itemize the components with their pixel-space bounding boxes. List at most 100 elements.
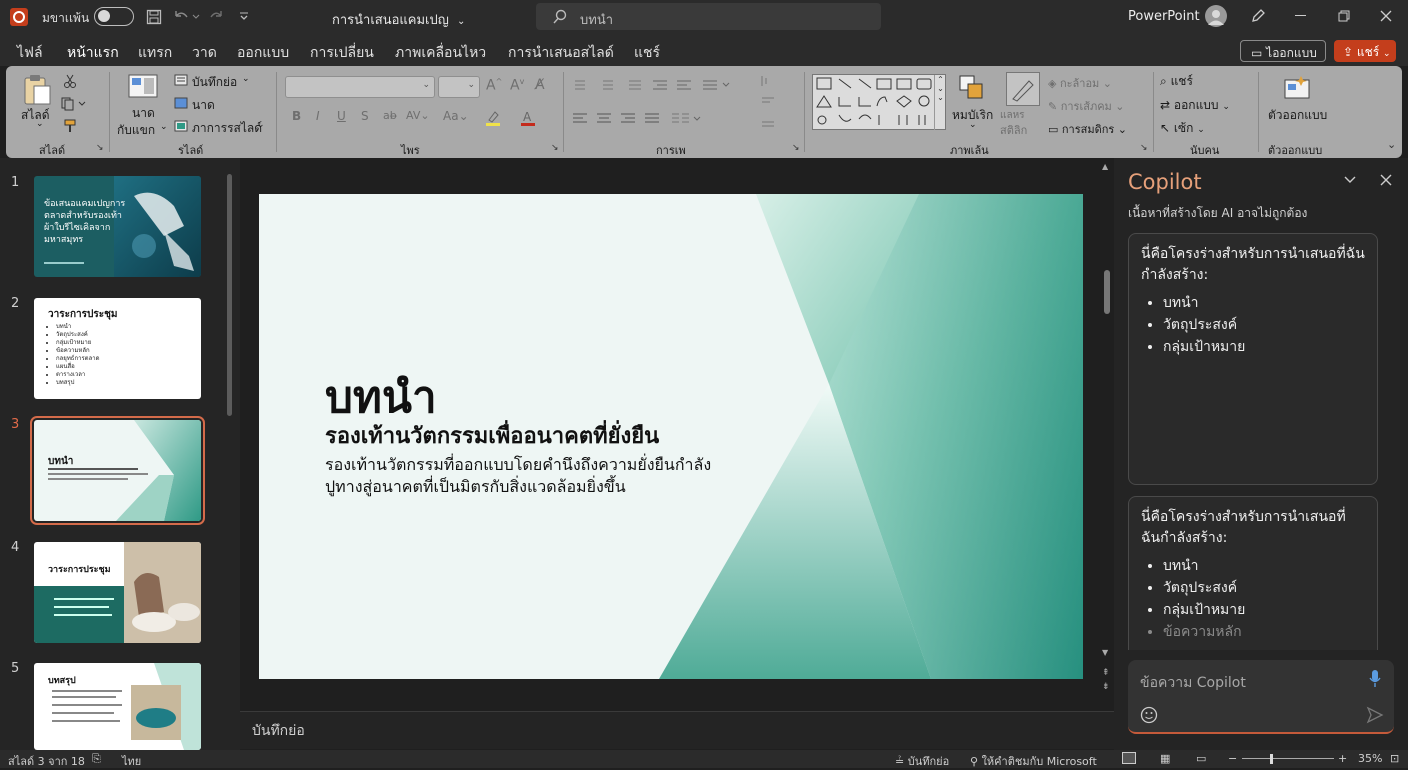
dialog-launcher-icon[interactable]: ↘ [792, 143, 800, 153]
slide-thumbnail-4[interactable]: วาระการประชุม [34, 542, 201, 643]
select-button[interactable]: ↖ เซ้ก ⌄ [1160, 119, 1205, 138]
emoji-icon[interactable] [1140, 706, 1158, 724]
shape-effects-button[interactable]: ▭ การสมดิกร ⌄ [1048, 120, 1127, 138]
tab-home[interactable]: หน้าแรก [67, 42, 119, 70]
reading-view-icon[interactable]: ▭ [1196, 752, 1206, 765]
notes-toggle[interactable]: ≟ บันทึกย่อ [895, 752, 949, 770]
indent-icons[interactable] [651, 78, 741, 92]
close-icon[interactable] [1380, 174, 1392, 186]
language-indicator[interactable]: ไทย [122, 752, 141, 770]
notes-placeholder[interactable]: บันทึกย่อ [252, 720, 305, 742]
redo-icon[interactable] [207, 9, 225, 25]
normal-view-icon[interactable] [1122, 752, 1136, 764]
dialog-launcher-icon[interactable]: ↘ [551, 143, 559, 153]
underline-icon[interactable]: U [337, 109, 346, 123]
fit-slide-icon[interactable]: ⊡ [1390, 752, 1399, 765]
slide-body[interactable]: รองเท้านวัตกรรมที่ออกแบบโดยคำนึงถึงความย… [325, 454, 711, 498]
tab-transitions[interactable]: การเปลี่ยน [310, 42, 374, 64]
feedback-button[interactable]: ⚲ ให้คำติชมกับ Microsoft [970, 752, 1097, 770]
minimize-icon[interactable] [1295, 15, 1306, 16]
bold-icon[interactable]: B [292, 109, 301, 123]
shapes-gallery[interactable]: ⌃ ⌄ ⌄ [812, 74, 946, 130]
font-color-icon[interactable]: A [520, 110, 542, 126]
share-button[interactable]: ⇪ แชร์ ⌄ [1334, 40, 1396, 62]
replace-button[interactable]: ⇄ ออกแบบ ⌄ [1160, 96, 1230, 115]
send-icon[interactable] [1366, 706, 1384, 724]
grow-font-icon[interactable]: A^ [486, 77, 502, 94]
copilot-input[interactable]: ข้อความ Copilot [1140, 672, 1246, 694]
highlight-icon[interactable] [484, 110, 506, 126]
copy-icon[interactable] [61, 97, 87, 111]
dialog-launcher-icon[interactable]: ↘ [96, 143, 104, 153]
layout-button[interactable]: บันทึกย่อ [192, 73, 237, 92]
zoom-level[interactable]: 35% [1358, 752, 1382, 765]
current-slide[interactable]: บทนำ รองเท้านวัตกรรมเพื่ออนาคตที่ยั่งยืน… [259, 194, 1083, 679]
slide-thumbnail-3[interactable]: บทนำ [30, 416, 205, 525]
zoom-slider-thumb[interactable] [1270, 754, 1273, 764]
slide-sorter-icon[interactable]: ▦ [1160, 752, 1170, 765]
editor-scrollbar[interactable]: ▲ ▼ ⇞ ⇟ [1102, 162, 1112, 692]
bullets-icon[interactable] [571, 78, 647, 92]
columns-icon[interactable] [670, 112, 704, 126]
shape-fill-button[interactable]: ◈ กะล้าอม ⌄ [1048, 74, 1112, 92]
strikethrough-icon[interactable]: S [361, 109, 369, 123]
save-icon[interactable] [146, 9, 162, 25]
slide-thumbnail-5[interactable]: บทสรุป [34, 663, 201, 750]
dialog-launcher-icon[interactable]: ↘ [1140, 143, 1148, 153]
section-button[interactable]: ภาการรสไลด์ [192, 119, 262, 138]
notes-pane[interactable]: บันทึกย่อ [240, 711, 1114, 749]
tab-design[interactable]: ออกแบบ [237, 42, 289, 64]
designer-label[interactable]: ตัวออกแบบ [1268, 106, 1327, 125]
avatar[interactable] [1205, 5, 1227, 27]
change-case-icon[interactable]: Aa⌄ [443, 109, 469, 123]
cut-icon[interactable] [63, 74, 77, 88]
arrange-icon[interactable] [958, 74, 988, 104]
present-button[interactable]: ▭ ไออกแบบ [1240, 40, 1326, 62]
search-box[interactable]: บทนำ [536, 3, 881, 30]
search-input[interactable]: บทนำ [580, 9, 613, 30]
shrink-font-icon[interactable]: Av [510, 77, 524, 94]
zoom-in-icon[interactable]: + [1338, 752, 1347, 765]
document-title-dropdown[interactable]: การนำเสนอแคมเปญ ⌄ [332, 9, 465, 30]
clear-format-icon[interactable]: A̸ [535, 77, 545, 93]
tab-animations[interactable]: ภาพเคลื่อนไหว [395, 42, 486, 64]
copilot-input-box[interactable]: ข้อความ Copilot [1128, 660, 1394, 734]
tab-draw[interactable]: วาด [192, 42, 217, 64]
slide-thumbnail-2[interactable]: วาระการประชุม บทนำวัตถุประสงค์กลุ่มเป้าห… [34, 298, 201, 399]
pen-icon[interactable] [1250, 8, 1266, 24]
accessibility-icon[interactable]: ⎘ [92, 752, 101, 766]
new-slide-icon[interactable] [128, 74, 158, 100]
autosave-toggle[interactable] [94, 7, 134, 26]
reuse-slides-label[interactable]: กับแขก [117, 121, 155, 140]
text-direction-icon[interactable] [758, 74, 782, 134]
zoom-slider[interactable] [1242, 758, 1334, 759]
designer-icon[interactable] [1282, 74, 1312, 102]
zoom-out-icon[interactable]: − [1228, 752, 1237, 765]
font-family-select[interactable]: ⌄ [285, 76, 435, 98]
paste-icon[interactable] [22, 74, 52, 106]
collapse-ribbon-icon[interactable]: ⌄ [1387, 138, 1396, 151]
customize-qat-icon[interactable] [238, 9, 250, 23]
char-spacing-icon[interactable]: AV⌄ [406, 109, 430, 122]
tab-share[interactable]: แชร์ [634, 42, 660, 64]
slide-subtitle[interactable]: รองเท้านวัตกรรมเพื่ออนาคตที่ยั่งยืน [325, 418, 659, 453]
shadow-icon[interactable]: ab̶ [383, 109, 397, 122]
shape-outline-button[interactable]: ✎ การเส้ภคม ⌄ [1048, 97, 1125, 115]
thumbnail-scrollbar[interactable] [226, 162, 234, 750]
font-size-select[interactable]: ⌄ [438, 76, 480, 98]
restore-icon[interactable] [1338, 10, 1350, 22]
reset-button[interactable]: นาด [192, 96, 215, 115]
align-icons[interactable] [571, 112, 671, 126]
tab-slideshow[interactable]: การนำเสนอสไลด์ [508, 42, 614, 64]
slide-thumbnail-1[interactable]: ข้อเสนอแคมเปญการตลาดสำหรับรองเท้าผ้าใบรี… [34, 176, 201, 277]
close-icon[interactable] [1380, 10, 1392, 22]
microphone-icon[interactable] [1368, 669, 1382, 689]
tab-insert[interactable]: แทรก [138, 42, 172, 64]
italic-icon[interactable]: I [316, 109, 320, 123]
undo-icon[interactable] [172, 9, 200, 25]
quick-styles-icon[interactable] [1006, 72, 1040, 106]
find-button[interactable]: ⌕ แชร์ [1160, 72, 1193, 91]
tab-file[interactable]: ไฟล์ [17, 42, 43, 64]
chevron-down-icon[interactable] [1343, 175, 1357, 185]
format-painter-icon[interactable] [62, 119, 78, 133]
